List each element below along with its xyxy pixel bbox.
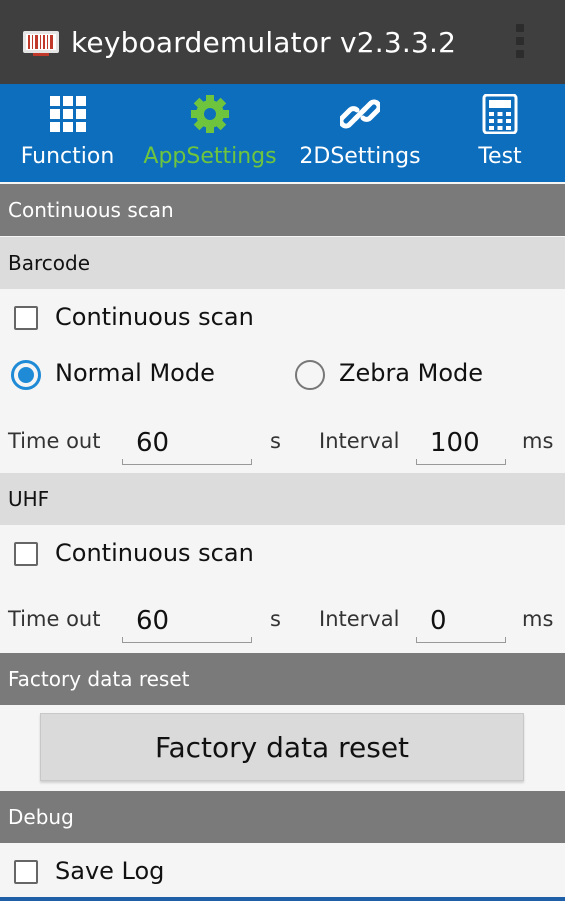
tab-label: 2DSettings — [299, 144, 421, 169]
barcode-app-icon — [23, 27, 59, 57]
tab-appsettings[interactable]: AppSettings — [135, 84, 285, 182]
section-header-barcode: Barcode — [0, 237, 565, 289]
calculator-icon — [480, 93, 520, 135]
barcode-interval-input[interactable] — [416, 421, 506, 465]
save-log-checkbox[interactable] — [14, 860, 38, 884]
app-title: keyboardemulator v2.3.3.2 — [71, 25, 457, 59]
uhf-continuous-scan-row[interactable]: Continuous scan — [0, 525, 565, 585]
barcode-continuous-scan-checkbox[interactable] — [14, 306, 38, 330]
uhf-continuous-scan-checkbox[interactable] — [14, 542, 38, 566]
timeout-unit: s — [270, 607, 281, 631]
uhf-interval-input[interactable] — [416, 599, 506, 643]
timeout-field-wrap — [122, 421, 252, 465]
tab-label: Function — [20, 144, 115, 169]
uhf-timeout-input[interactable] — [122, 599, 252, 643]
checkbox-label: Continuous scan — [55, 539, 254, 567]
interval-label: Interval — [319, 607, 400, 631]
tab-label: Test — [478, 144, 522, 169]
timeout-unit: s — [270, 429, 281, 453]
tab-function[interactable]: Function — [0, 84, 135, 182]
normal-mode-radio[interactable] — [11, 360, 41, 390]
zebra-mode-radio[interactable] — [295, 360, 325, 390]
tab-2dsettings[interactable]: 2DSettings — [285, 84, 435, 182]
interval-field-wrap — [416, 599, 506, 643]
factory-data-reset-button[interactable]: Factory data reset — [40, 713, 524, 781]
overflow-menu-icon[interactable] — [515, 24, 525, 58]
uhf-timing-row: Time out s Interval ms — [0, 585, 565, 653]
bottom-edge — [0, 897, 565, 901]
save-log-label: Save Log — [55, 857, 165, 885]
section-header-debug: Debug — [0, 791, 565, 843]
tab-test[interactable]: Test — [435, 84, 565, 182]
interval-unit: ms — [522, 429, 554, 453]
tab-label: AppSettings — [143, 144, 277, 169]
timeout-label: Time out — [8, 607, 101, 631]
normal-mode-label: Normal Mode — [55, 359, 215, 387]
interval-field-wrap — [416, 421, 506, 465]
section-header-factory-reset: Factory data reset — [0, 653, 565, 705]
interval-label: Interval — [319, 429, 400, 453]
barcode-continuous-scan-row[interactable]: Continuous scan — [0, 289, 565, 349]
barcode-timeout-input[interactable] — [122, 421, 252, 465]
grid-icon — [48, 94, 88, 134]
barcode-timing-row: Time out s Interval ms — [0, 401, 565, 473]
gear-icon — [190, 94, 230, 134]
checkbox-label: Continuous scan — [55, 303, 254, 331]
zebra-mode-label: Zebra Mode — [339, 359, 484, 387]
timeout-field-wrap — [122, 599, 252, 643]
interval-unit: ms — [522, 607, 554, 631]
section-header-continuous-scan: Continuous scan — [0, 184, 565, 236]
app-bar: keyboardemulator v2.3.3.2 — [0, 0, 565, 84]
link-icon — [338, 94, 382, 134]
section-header-uhf: UHF — [0, 473, 565, 525]
save-log-row[interactable]: Save Log — [0, 843, 565, 897]
barcode-mode-row: Normal Mode Zebra Mode — [0, 349, 565, 401]
timeout-label: Time out — [8, 429, 101, 453]
tab-bar: Function AppSettings 2DSettings Test — [0, 84, 565, 182]
